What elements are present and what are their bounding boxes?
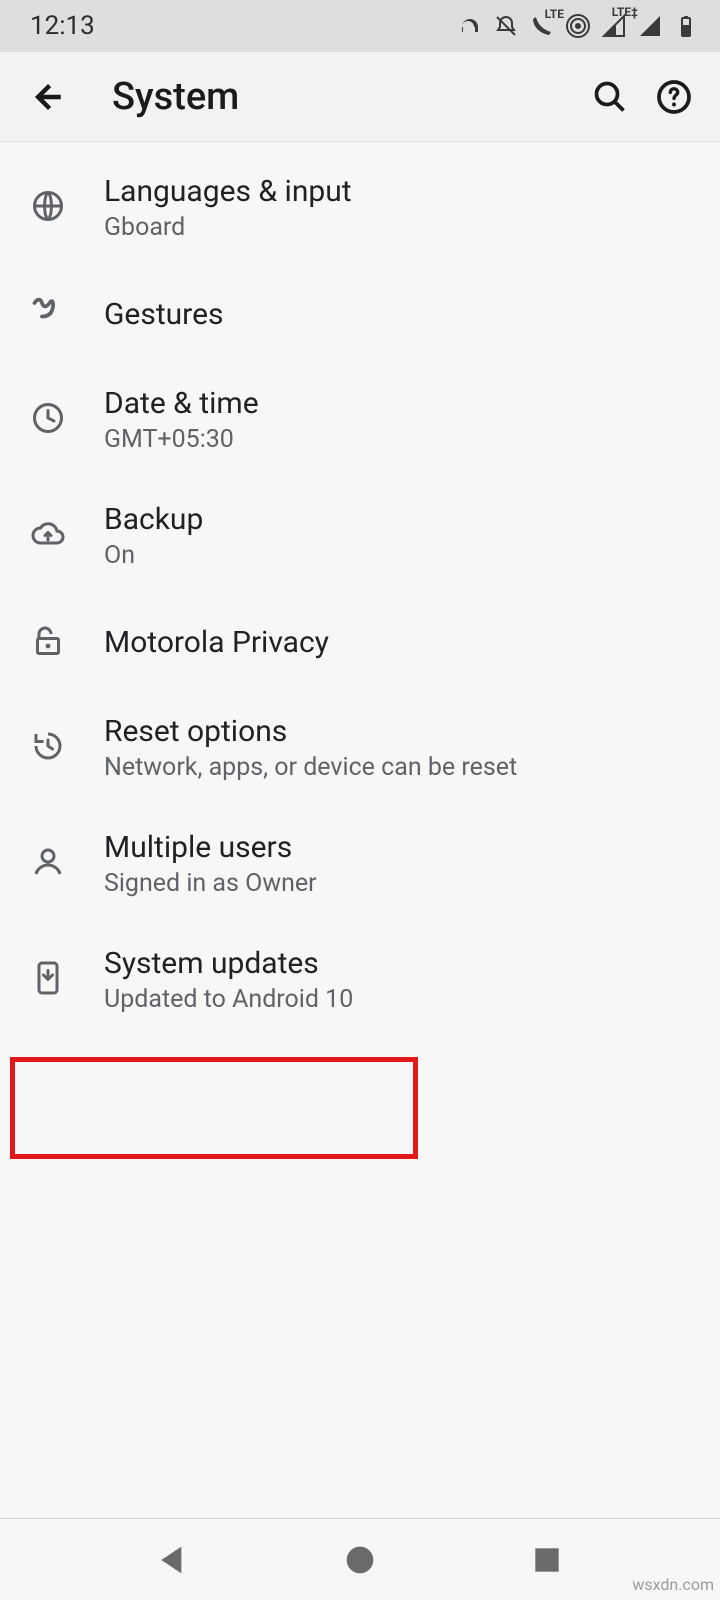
battery-icon (672, 12, 700, 40)
row-multiple-users[interactable]: Multiple users Signed in as Owner (0, 806, 720, 922)
globe-icon (30, 188, 66, 228)
row-title: Multiple users (104, 830, 692, 865)
row-subtitle: Signed in as Owner (104, 869, 692, 898)
row-reset-options[interactable]: Reset options Network, apps, or device c… (0, 690, 720, 806)
row-title: Motorola Privacy (104, 625, 692, 660)
restore-icon (30, 728, 66, 768)
back-button[interactable] (22, 71, 74, 123)
help-button[interactable] (646, 69, 702, 125)
search-icon (592, 79, 628, 115)
row-subtitle: On (104, 541, 692, 570)
row-gestures[interactable]: Gestures (0, 266, 720, 362)
row-title: Languages & input (104, 174, 692, 209)
navigation-bar (0, 1518, 720, 1600)
row-subtitle: Updated to Android 10 (104, 985, 692, 1014)
row-title: Date & time (104, 386, 692, 421)
row-title: Gestures (104, 297, 692, 332)
headphones-icon (456, 12, 484, 40)
row-date-time[interactable]: Date & time GMT+05:30 (0, 362, 720, 478)
nav-recent-button[interactable] (527, 1540, 567, 1580)
page-title: System (112, 75, 239, 119)
row-subtitle: GMT+05:30 (104, 425, 692, 454)
annotation-highlight-box (10, 1057, 418, 1159)
circle-home-icon (340, 1540, 380, 1580)
person-icon (30, 844, 66, 884)
row-subtitle: Gboard (104, 213, 692, 242)
clock-icon (30, 400, 66, 440)
lock-open-icon (30, 622, 66, 662)
triangle-back-icon (153, 1540, 193, 1580)
app-bar: System (0, 52, 720, 142)
nav-back-button[interactable] (153, 1540, 193, 1580)
search-button[interactable] (582, 69, 638, 125)
cloud-upload-icon (30, 516, 66, 556)
settings-list: Languages & input Gboard Gestures Date &… (0, 142, 720, 1038)
row-backup[interactable]: Backup On (0, 478, 720, 594)
gesture-icon (30, 294, 66, 334)
volte-call-icon: LTE (528, 12, 556, 40)
system-update-icon (30, 960, 66, 1000)
row-system-updates[interactable]: System updates Updated to Android 10 (0, 922, 720, 1038)
help-icon (656, 79, 692, 115)
arrow-back-icon (30, 79, 66, 115)
status-bar: 12:13 LTE LTE‡ (0, 0, 720, 52)
hotspot-icon (564, 12, 592, 40)
nav-home-button[interactable] (340, 1540, 380, 1580)
row-title: Backup (104, 502, 692, 537)
row-motorola-privacy[interactable]: Motorola Privacy (0, 594, 720, 690)
row-title: System updates (104, 946, 692, 981)
signal-sim1-icon: LTE‡ (600, 12, 628, 40)
status-time: 12:13 (30, 11, 95, 41)
dnd-icon (492, 12, 520, 40)
square-recent-icon (527, 1540, 567, 1580)
signal-sim2-icon (636, 12, 664, 40)
watermark: wsxdn.com (632, 1575, 714, 1594)
row-languages-input[interactable]: Languages & input Gboard (0, 150, 720, 266)
row-title: Reset options (104, 714, 692, 749)
row-subtitle: Network, apps, or device can be reset (104, 753, 692, 782)
